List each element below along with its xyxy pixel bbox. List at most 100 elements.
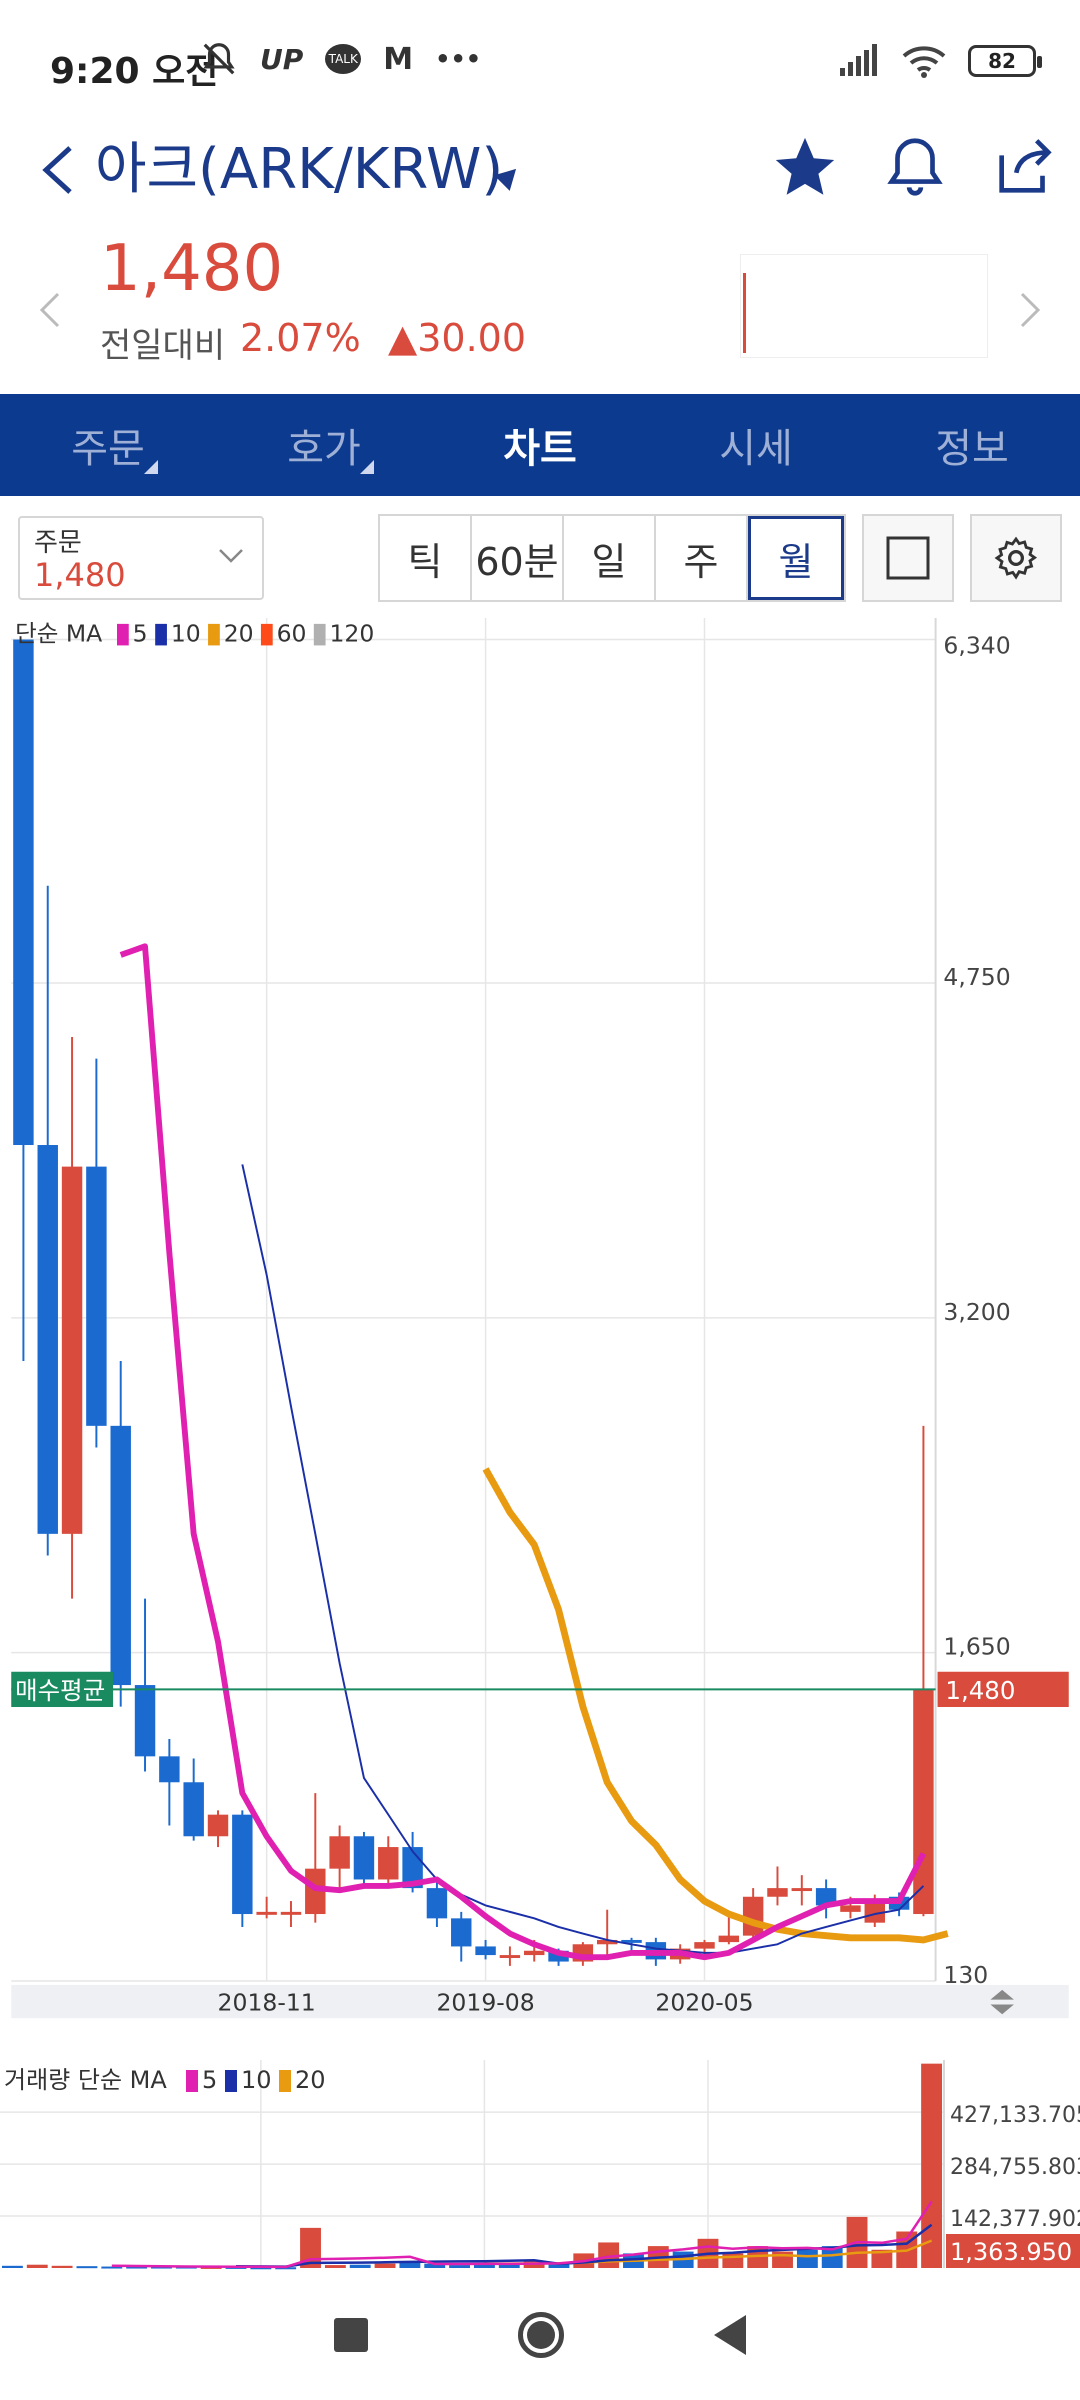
wifi-icon (902, 46, 946, 78)
legend-swatch (155, 623, 167, 646)
change-amount: ▲30.00 (388, 316, 527, 360)
gear-icon (994, 536, 1038, 580)
change-label: 전일대비 (100, 326, 226, 366)
home-icon[interactable] (518, 2312, 564, 2358)
star-icon[interactable] (770, 132, 840, 202)
volume-bar (374, 2263, 396, 2268)
candle-body (742, 1896, 764, 1936)
back-arrow-icon[interactable] (30, 130, 90, 210)
order-dropdown-value: 1,480 (34, 556, 126, 594)
settings-button[interactable] (970, 514, 1062, 602)
x-tick-label: 2018-11 (218, 1988, 316, 2016)
m-icon: M (383, 41, 414, 77)
volume-legend-title: 거래량 단순 MA (4, 2066, 167, 2094)
legend-swatch (313, 623, 326, 646)
legend-label: 20 (224, 620, 254, 648)
candle-body (791, 1888, 813, 1892)
candle-body (232, 1814, 253, 1915)
status-time: 9:20 오전 (50, 51, 219, 92)
volume-legend-label: 5 (202, 2066, 217, 2094)
tab-info[interactable]: 정보 (864, 394, 1080, 496)
talk-icon: TALK (325, 44, 362, 74)
candle-body (499, 1955, 521, 1959)
tab-order[interactable]: 주문 (0, 394, 216, 496)
y-tick-label: 3,200 (943, 1298, 1010, 1326)
y-tick-label: 1,650 (943, 1633, 1010, 1661)
back-icon[interactable] (714, 2315, 746, 2355)
period-tick-button[interactable]: 틱 (380, 516, 472, 600)
volume-legend-label: 10 (241, 2066, 272, 2094)
volume-bar (349, 2264, 371, 2268)
legend-swatch (117, 623, 129, 646)
recent-apps-icon[interactable] (334, 2318, 368, 2352)
period-60min-button[interactable]: 60분 (472, 516, 564, 600)
legend-label: 5 (133, 620, 148, 648)
volume-bar (449, 2265, 471, 2268)
tab-caret-icon (144, 460, 158, 474)
legend-label: 10 (171, 620, 201, 648)
ma-legend-title: 단순 MA (15, 620, 102, 648)
volume-legend-swatch (186, 2070, 198, 2092)
legend-swatch (208, 623, 220, 646)
candle-body (183, 1782, 204, 1837)
period-month-button[interactable]: 월 (748, 516, 844, 600)
candle-body (256, 1911, 277, 1915)
candle-body (840, 1905, 861, 1912)
candle-body (61, 1166, 83, 1534)
y-tick-label: 6,340 (943, 631, 1010, 659)
mini-chart (740, 254, 988, 358)
volume-bar (921, 2063, 943, 2268)
candle-body (353, 1836, 375, 1880)
tab-caret-icon (360, 460, 374, 474)
period-week-button[interactable]: 주 (656, 516, 748, 600)
volume-bar (26, 2264, 48, 2268)
volume-y-tick-label: 427,133.705 (950, 2103, 1080, 2128)
candle-body (280, 1911, 302, 1915)
tab-market[interactable]: 시세 (648, 394, 864, 496)
app-root: 9:20 오전 UP TALK M ••• 82 아크(ARK/KRW) 1,4… (0, 0, 1080, 2400)
more-icon: ••• (435, 45, 482, 73)
current-price: 1,480 (100, 232, 284, 306)
volume-legend-swatch (225, 2070, 237, 2092)
system-nav-bar (0, 2270, 1080, 2400)
volume-y-tick-label: 142,377.902 (950, 2207, 1080, 2232)
candle-body (86, 1166, 107, 1426)
chevron-down-icon (219, 549, 243, 563)
avg-buy-label: 매수평균 (15, 1676, 105, 1705)
signal-icon (840, 44, 877, 76)
tab-chart[interactable]: 차트 (432, 394, 648, 496)
volume-y-tick-label: 284,755.803 (950, 2155, 1080, 2180)
candle-body (426, 1888, 448, 1919)
prev-coin-icon[interactable] (30, 280, 70, 340)
fullscreen-button[interactable] (862, 514, 954, 602)
x-tick-label: 2020-05 (655, 1988, 753, 2016)
volume-chart[interactable]: 427,133.705 284,755.803 142,377.902 1,363.9… (0, 2060, 1080, 2270)
volume-legend-label: 20 (295, 2066, 326, 2094)
candle-body (207, 1814, 229, 1837)
coin-title[interactable]: 아크(ARK/KRW) (95, 130, 503, 210)
legend-label: 60 (277, 620, 307, 648)
candle-body (159, 1756, 180, 1783)
x-axis-band (11, 1984, 1069, 2019)
price-chart[interactable]: 6,3404,7503,2001,6501302018-11 2019-08 202… (0, 618, 1080, 2028)
volume-bar (1, 2265, 23, 2268)
candle-body (110, 1425, 131, 1686)
candle-body (524, 1950, 545, 1956)
candle-body (378, 1847, 399, 1880)
period-day-button[interactable]: 일 (564, 516, 656, 600)
next-coin-icon[interactable] (1010, 280, 1050, 340)
candle-body (475, 1946, 496, 1956)
bell-off-icon (203, 43, 235, 75)
candle-body (694, 1942, 715, 1949)
bell-icon[interactable] (880, 132, 950, 202)
up-icon: UP (260, 42, 304, 76)
volume-bar (796, 2249, 818, 2268)
status-bar: 9:20 오전 UP TALK M ••• 82 (0, 0, 1080, 130)
share-icon[interactable] (990, 132, 1060, 202)
legend-swatch (260, 623, 273, 646)
volume-bar (76, 2266, 98, 2269)
x-tick-label: 2019-08 (436, 1988, 534, 2016)
candle-body (329, 1836, 350, 1869)
volume-bar (324, 2265, 346, 2268)
tab-orderbook[interactable]: 호가 (216, 394, 432, 496)
